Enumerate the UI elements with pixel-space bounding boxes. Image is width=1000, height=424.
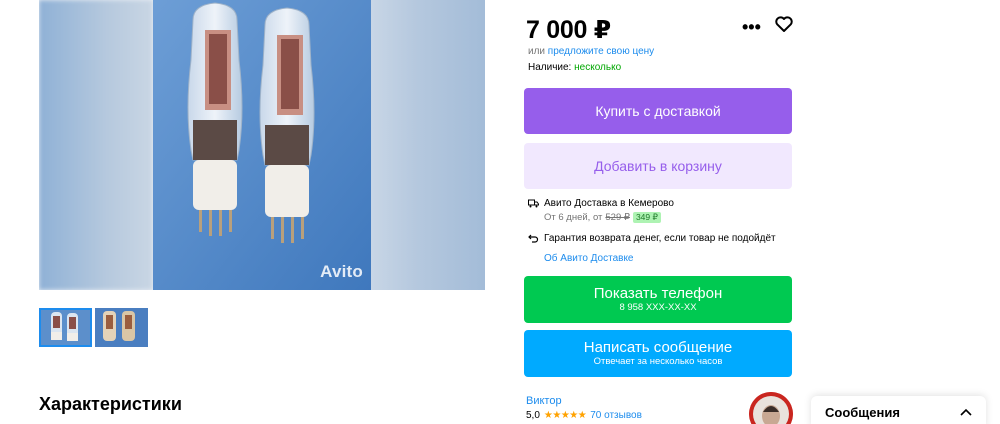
- thumbnail-1[interactable]: [39, 308, 92, 347]
- characteristics-title: Характеристики: [39, 394, 182, 414]
- truck-icon: [528, 199, 539, 208]
- price: 7 000 ₽: [526, 16, 611, 44]
- about-delivery-link[interactable]: Об Авито Доставке: [544, 253, 634, 264]
- listing-actions: •••: [742, 16, 793, 37]
- offer-line: или предложите свою цену: [528, 46, 654, 57]
- photo-blur-right: [371, 0, 485, 290]
- thumbnail-strip: [39, 308, 148, 347]
- chevron-up-icon[interactable]: [960, 408, 972, 416]
- delivery-info: Авито Доставка в Кемерово: [528, 198, 674, 209]
- thumbnail-2[interactable]: [95, 308, 148, 347]
- delivery-new-price: 349 ₽: [632, 212, 661, 223]
- guarantee-text: Гарантия возврата денег, если товар не п…: [544, 233, 776, 244]
- write-message-button[interactable]: Написать сообщение Отвечает за несколько…: [524, 330, 792, 377]
- write-message-label: Написать сообщение: [583, 339, 733, 356]
- delivery-eta: От 6 дней, от 529 ₽ 349 ₽: [544, 212, 661, 223]
- stock-line: Наличие: несколько: [528, 62, 621, 73]
- avito-watermark: Avito: [320, 262, 363, 281]
- main-photo[interactable]: Avito: [39, 0, 485, 290]
- heart-icon[interactable]: [775, 16, 793, 37]
- response-time: Отвечает за несколько часов: [593, 356, 723, 367]
- avatar[interactable]: [749, 392, 793, 424]
- stock-label: Наличие:: [528, 62, 572, 73]
- seller-rating: 5,0 ★★★★★ 70 отзывов: [526, 410, 642, 421]
- delivery-title: Авито Доставка в Кемерово: [544, 198, 674, 209]
- show-phone-label: Показать телефон: [593, 285, 723, 302]
- star-icon: ★★★★★: [543, 410, 587, 421]
- seller-name-link[interactable]: Виктор: [526, 395, 562, 407]
- add-to-cart-button[interactable]: Добавить в корзину: [524, 143, 792, 189]
- stock-value: несколько: [574, 62, 622, 73]
- return-arrow-icon: [528, 234, 539, 243]
- listing-page: Avito Характеристики 7 000 ₽ ••• или пре…: [0, 0, 1000, 424]
- reviews-link[interactable]: 70 отзывов: [590, 410, 642, 421]
- messages-label: Сообщения: [825, 404, 900, 420]
- offer-prefix: или: [528, 46, 546, 57]
- product-photo: [153, 0, 371, 290]
- show-phone-button[interactable]: Показать телефон 8 958 XXX-XX-XX: [524, 276, 792, 323]
- delivery-eta-text: От 6 дней, от: [544, 212, 603, 223]
- offer-price-link[interactable]: предложите свою цену: [548, 46, 654, 57]
- rating-value: 5,0: [526, 410, 540, 421]
- cart-button-label: Добавить в корзину: [594, 158, 722, 174]
- masked-phone: 8 958 XXX-XX-XX: [619, 302, 697, 313]
- buy-button-label: Купить с доставкой: [595, 103, 721, 119]
- more-dots-icon[interactable]: •••: [742, 18, 761, 36]
- guarantee-info: Гарантия возврата денег, если товар не п…: [528, 233, 776, 244]
- buy-with-delivery-button[interactable]: Купить с доставкой: [524, 88, 792, 134]
- photo-blur-left: [39, 0, 153, 290]
- delivery-old-price: 529 ₽: [605, 212, 630, 223]
- messages-panel[interactable]: Сообщения: [811, 396, 986, 424]
